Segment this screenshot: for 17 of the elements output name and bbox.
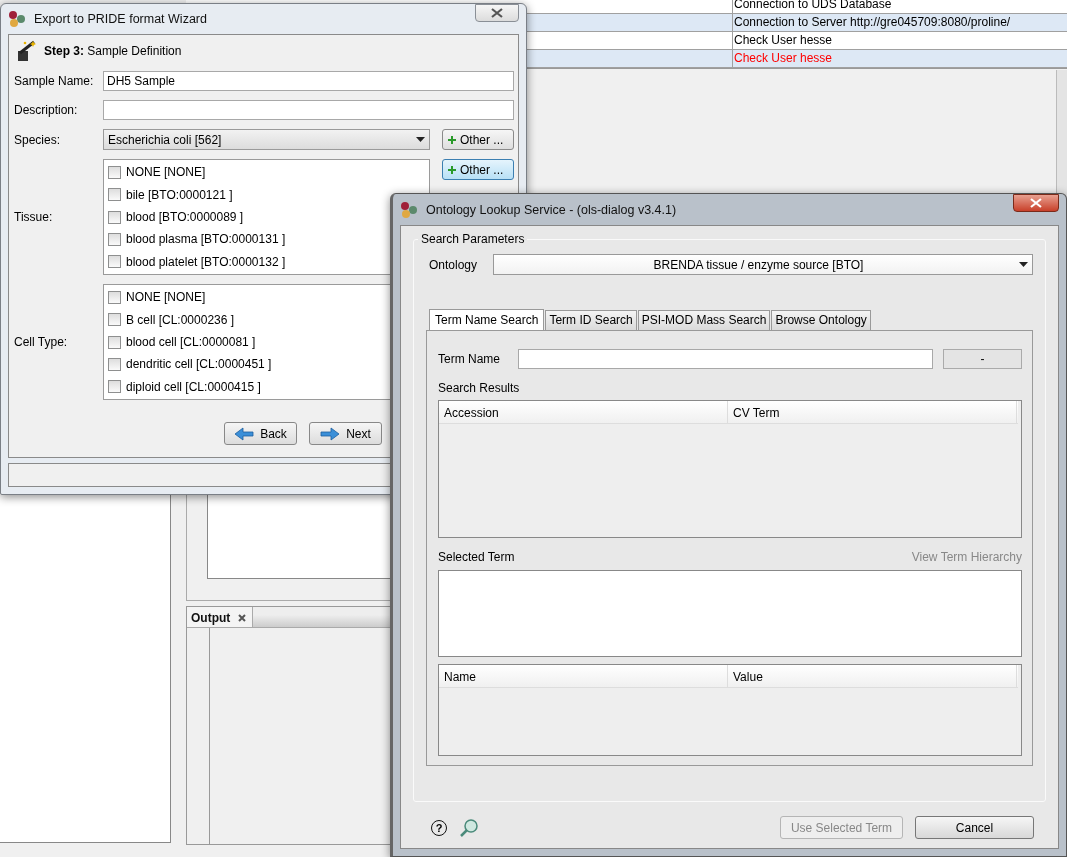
- field-label: Term Name: [438, 352, 501, 366]
- log-message: Connection to Server http://gre045709:8080/proline/: [733, 15, 1011, 30]
- window-title: Ontology Lookup Service - (ols-dialog v3.4.1): [426, 202, 677, 217]
- section-label: Search Results: [438, 381, 521, 395]
- window-title: Export to PRIDE format Wizard: [34, 12, 207, 26]
- field-label: Ontology: [428, 257, 479, 272]
- step-heading: Step 3: Sample Definition: [44, 44, 182, 58]
- field-label: Sample Name:: [14, 74, 95, 88]
- field-label: Tissue:: [14, 210, 54, 224]
- log-message: Check User hesse: [733, 33, 833, 48]
- section-label: Selected Term: [438, 550, 515, 564]
- group-title: Search Parameters: [420, 232, 526, 246]
- log-message: Check User hesse: [733, 51, 833, 66]
- field-label: Species:: [14, 132, 62, 147]
- field-label: Description:: [14, 103, 79, 117]
- field-label: Cell Type:: [14, 335, 69, 349]
- log-message: Connection to UDS Database: [733, 0, 892, 12]
